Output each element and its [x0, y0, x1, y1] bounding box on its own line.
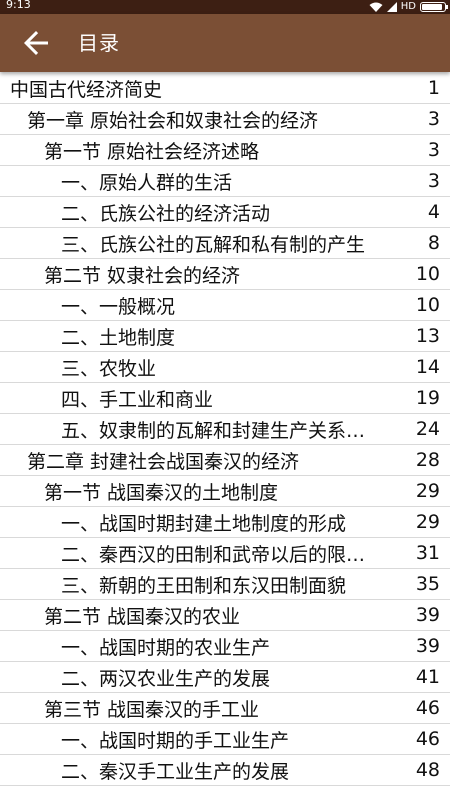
- page-title: 目录: [78, 31, 120, 55]
- status-icons: HD: [369, 0, 448, 14]
- toc-item-page: 10: [415, 294, 440, 316]
- toc-item[interactable]: 一、一般概况 10: [0, 290, 450, 321]
- toc-item[interactable]: 一、战国时期的农业生产 39: [0, 631, 450, 662]
- toc-item-page: 3: [427, 170, 440, 192]
- battery-icon: [420, 2, 448, 12]
- toc-item[interactable]: 第一节 原始社会经济述略 3: [0, 135, 450, 166]
- toc-item[interactable]: 第三节 战国秦汉的手工业 46: [0, 693, 450, 724]
- toc-item[interactable]: 第二节 奴隶社会的经济 10: [0, 259, 450, 290]
- toc-item-title: 中国古代经济简史: [10, 78, 163, 101]
- toc-item-page: 41: [415, 666, 440, 688]
- toc-item-page: 46: [415, 728, 440, 750]
- toc-item[interactable]: 五、奴隶制的瓦解和封建生产关系… 24: [0, 414, 450, 445]
- toc-item-title: 一、原始人群的生活: [61, 171, 233, 194]
- toc-item-title: 第三节 战国秦汉的手工业: [44, 698, 260, 721]
- toc-item[interactable]: 三、农牧业 14: [0, 352, 450, 383]
- toc-item[interactable]: 二、两汉农业生产的发展 41: [0, 662, 450, 693]
- toc-item-page: 31: [415, 542, 440, 564]
- toc-item-title: 二、两汉农业生产的发展: [61, 667, 271, 690]
- toc-item[interactable]: 四、手工业和商业 19: [0, 383, 450, 414]
- toc-item-title: 三、农牧业: [61, 357, 157, 380]
- toc-item[interactable]: 第一节 战国秦汉的土地制度 29: [0, 476, 450, 507]
- toc-item-title: 一、战国时期的手工业生产: [61, 729, 290, 752]
- toc-item-title: 第一章 原始社会和奴隶社会的经济: [27, 109, 319, 132]
- wifi-icon: [369, 2, 383, 12]
- toc-item-title: 四、手工业和商业: [61, 388, 214, 411]
- toc-item-page: 14: [415, 356, 440, 378]
- signal-icon: [386, 2, 397, 12]
- toc-item-title: 三、氏族公社的瓦解和私有制的产生: [61, 233, 366, 256]
- toc-item[interactable]: 第一章 原始社会和奴隶社会的经济 3: [0, 104, 450, 135]
- toc-item-page: 35: [415, 573, 440, 595]
- toc-item-page: 24: [415, 418, 440, 440]
- toc-item[interactable]: 三、新朝的王田制和东汉田制面貌 35: [0, 569, 450, 600]
- toc-item[interactable]: 第二节 战国秦汉的农业 39: [0, 600, 450, 631]
- toc-item[interactable]: 二、土地制度 13: [0, 321, 450, 352]
- toc-item-page: 4: [427, 201, 440, 223]
- toc-item[interactable]: 一、战国时期封建土地制度的形成 29: [0, 507, 450, 538]
- toc-item-title: 二、土地制度: [61, 326, 176, 349]
- back-button[interactable]: [18, 25, 54, 61]
- toc-item-title: 一、战国时期封建土地制度的形成: [61, 512, 347, 535]
- toc-item[interactable]: 一、原始人群的生活 3: [0, 166, 450, 197]
- toc-item-page: 48: [415, 759, 440, 781]
- toc-item-page: 8: [427, 232, 440, 254]
- toc-item[interactable]: 二、氏族公社的经济活动 4: [0, 197, 450, 228]
- toc-item-page: 19: [415, 387, 440, 409]
- status-time: 9:13: [6, 0, 31, 11]
- toc-item[interactable]: 二、秦西汉的田制和武帝以后的限… 31: [0, 538, 450, 569]
- toc-item[interactable]: 二、秦汉手工业生产的发展 48: [0, 755, 450, 786]
- toc-item-page: 39: [415, 604, 440, 626]
- toc-item-title: 三、新朝的王田制和东汉田制面貌: [61, 574, 347, 597]
- toc-item-page: 46: [415, 697, 440, 719]
- toc-item-page: 29: [415, 511, 440, 533]
- toc-item[interactable]: 三、氏族公社的瓦解和私有制的产生 8: [0, 228, 450, 259]
- toc-list: 中国古代经济简史 1 第一章 原始社会和奴隶社会的经济 3 第一节 原始社会经济述略 3 一…: [0, 72, 450, 800]
- toc-item-title: 二、秦汉手工业生产的发展: [61, 760, 290, 783]
- toc-item-title: 二、秦西汉的田制和武帝以后的限…: [61, 543, 366, 566]
- toc-item-title: 第一节 战国秦汉的土地制度: [44, 481, 279, 504]
- battery-fill: [422, 4, 442, 10]
- toc-item-page: 29: [415, 480, 440, 502]
- toc-item-page: 28: [415, 449, 440, 471]
- toc-item[interactable]: 中国古代经济简史 1: [0, 73, 450, 104]
- toc-item-page: 13: [415, 325, 440, 347]
- toc-item-page: 10: [415, 263, 440, 285]
- toc-item-page: 39: [415, 635, 440, 657]
- toc-item[interactable]: 一、战国时期的手工业生产 46: [0, 724, 450, 755]
- status-bar: 9:13 HD: [0, 0, 450, 14]
- toc-item-title: 五、奴隶制的瓦解和封建生产关系…: [61, 419, 366, 442]
- toc-item-title: 第一节 原始社会经济述略: [44, 140, 260, 163]
- toc-item-page: 3: [427, 139, 440, 161]
- toc-item-page: 1: [427, 77, 440, 99]
- toc-item-title: 二、氏族公社的经济活动: [61, 202, 271, 225]
- toc-item-title: 第二节 战国秦汉的农业: [44, 605, 241, 628]
- network-type-label: HD: [400, 1, 416, 12]
- toc-item-title: 第二章 封建社会战国秦汉的经济: [27, 450, 300, 473]
- app-bar: 目录: [0, 14, 450, 72]
- arrow-left-icon: [24, 31, 48, 55]
- toc-item-title: 第二节 奴隶社会的经济: [44, 264, 241, 287]
- toc-item-page: 3: [427, 108, 440, 130]
- toc-item-title: 一、战国时期的农业生产: [61, 636, 271, 659]
- toc-item[interactable]: 第二章 封建社会战国秦汉的经济 28: [0, 445, 450, 476]
- toc-item-title: 一、一般概况: [61, 295, 176, 318]
